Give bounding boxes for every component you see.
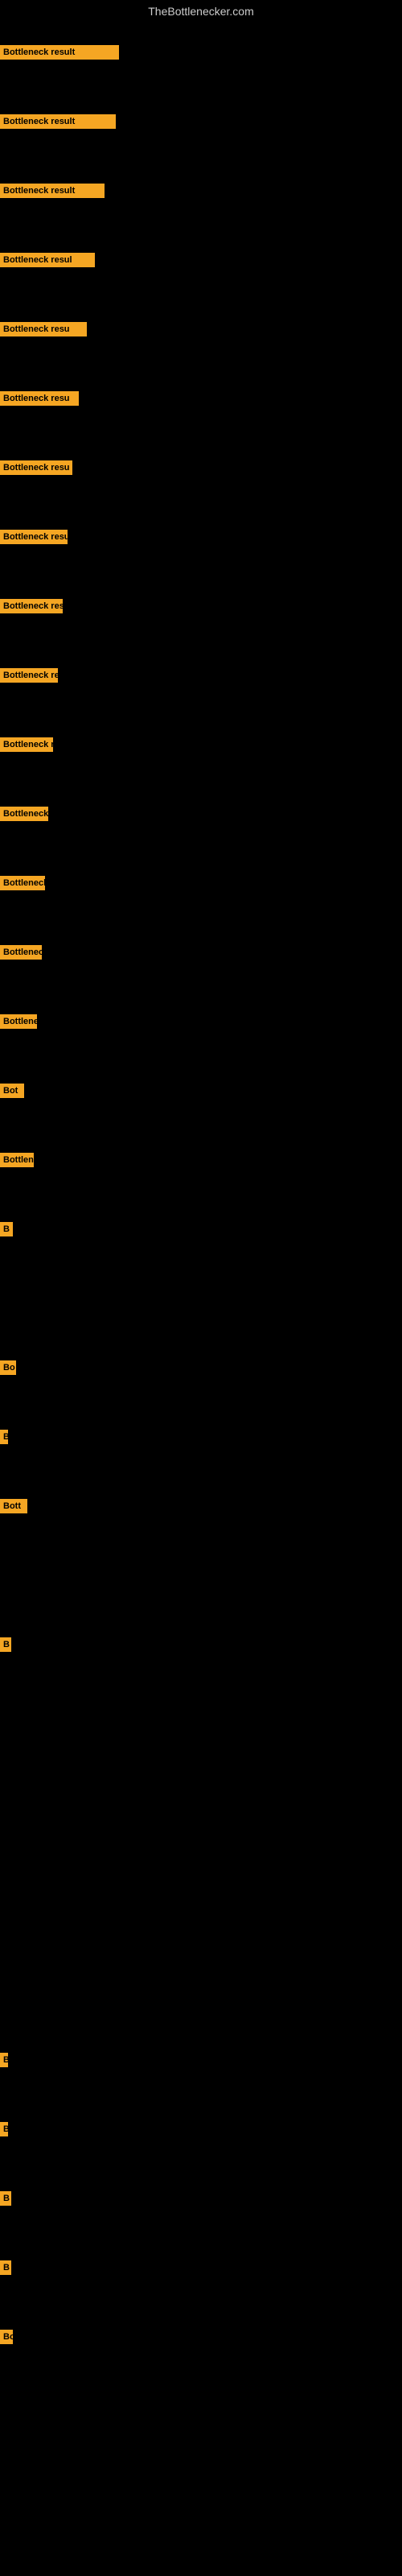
bottleneck-bar: B — [0, 2191, 11, 2206]
bottleneck-bar: Bottleneck re — [0, 876, 45, 890]
bottleneck-bar: Bottleneck result — [0, 45, 119, 60]
bottleneck-bar: B — [0, 2053, 8, 2067]
bottleneck-bar: Bottleneck re — [0, 807, 48, 821]
bottleneck-bar: B — [0, 2122, 8, 2136]
bottleneck-bar: Bot — [0, 1084, 24, 1098]
bottleneck-bar: Bo — [0, 1360, 16, 1375]
bottleneck-bar: Bottleneck result — [0, 114, 116, 129]
bottleneck-bar: Bottleneck resu — [0, 460, 72, 475]
bottleneck-bar: Bottleneck resu — [0, 530, 68, 544]
bottleneck-bar: Bottleneck resu — [0, 668, 58, 683]
bottleneck-bar: B — [0, 1222, 13, 1236]
bottleneck-bar: B — [0, 2260, 11, 2275]
bottleneck-bar: B — [0, 1430, 8, 1444]
bottleneck-bar: Bottleneck resu — [0, 391, 79, 406]
bottleneck-bar: B — [0, 1637, 11, 1652]
bottleneck-bar: Bottlenec — [0, 1014, 37, 1029]
bottleneck-bar: Bottleneck re — [0, 945, 42, 960]
bottleneck-bar: Bo — [0, 2330, 13, 2344]
bottleneck-bar: Bott — [0, 1499, 27, 1513]
bottleneck-bar: Bottlen — [0, 1153, 34, 1167]
site-title: TheBottlenecker.com — [0, 0, 402, 23]
bottleneck-bar: Bottleneck resu — [0, 737, 53, 752]
bottleneck-bar: Bottleneck resu — [0, 599, 63, 613]
bottleneck-bar: Bottleneck resu — [0, 322, 87, 336]
bottleneck-bar: Bottleneck resul — [0, 253, 95, 267]
bottleneck-bar: Bottleneck result — [0, 184, 105, 198]
